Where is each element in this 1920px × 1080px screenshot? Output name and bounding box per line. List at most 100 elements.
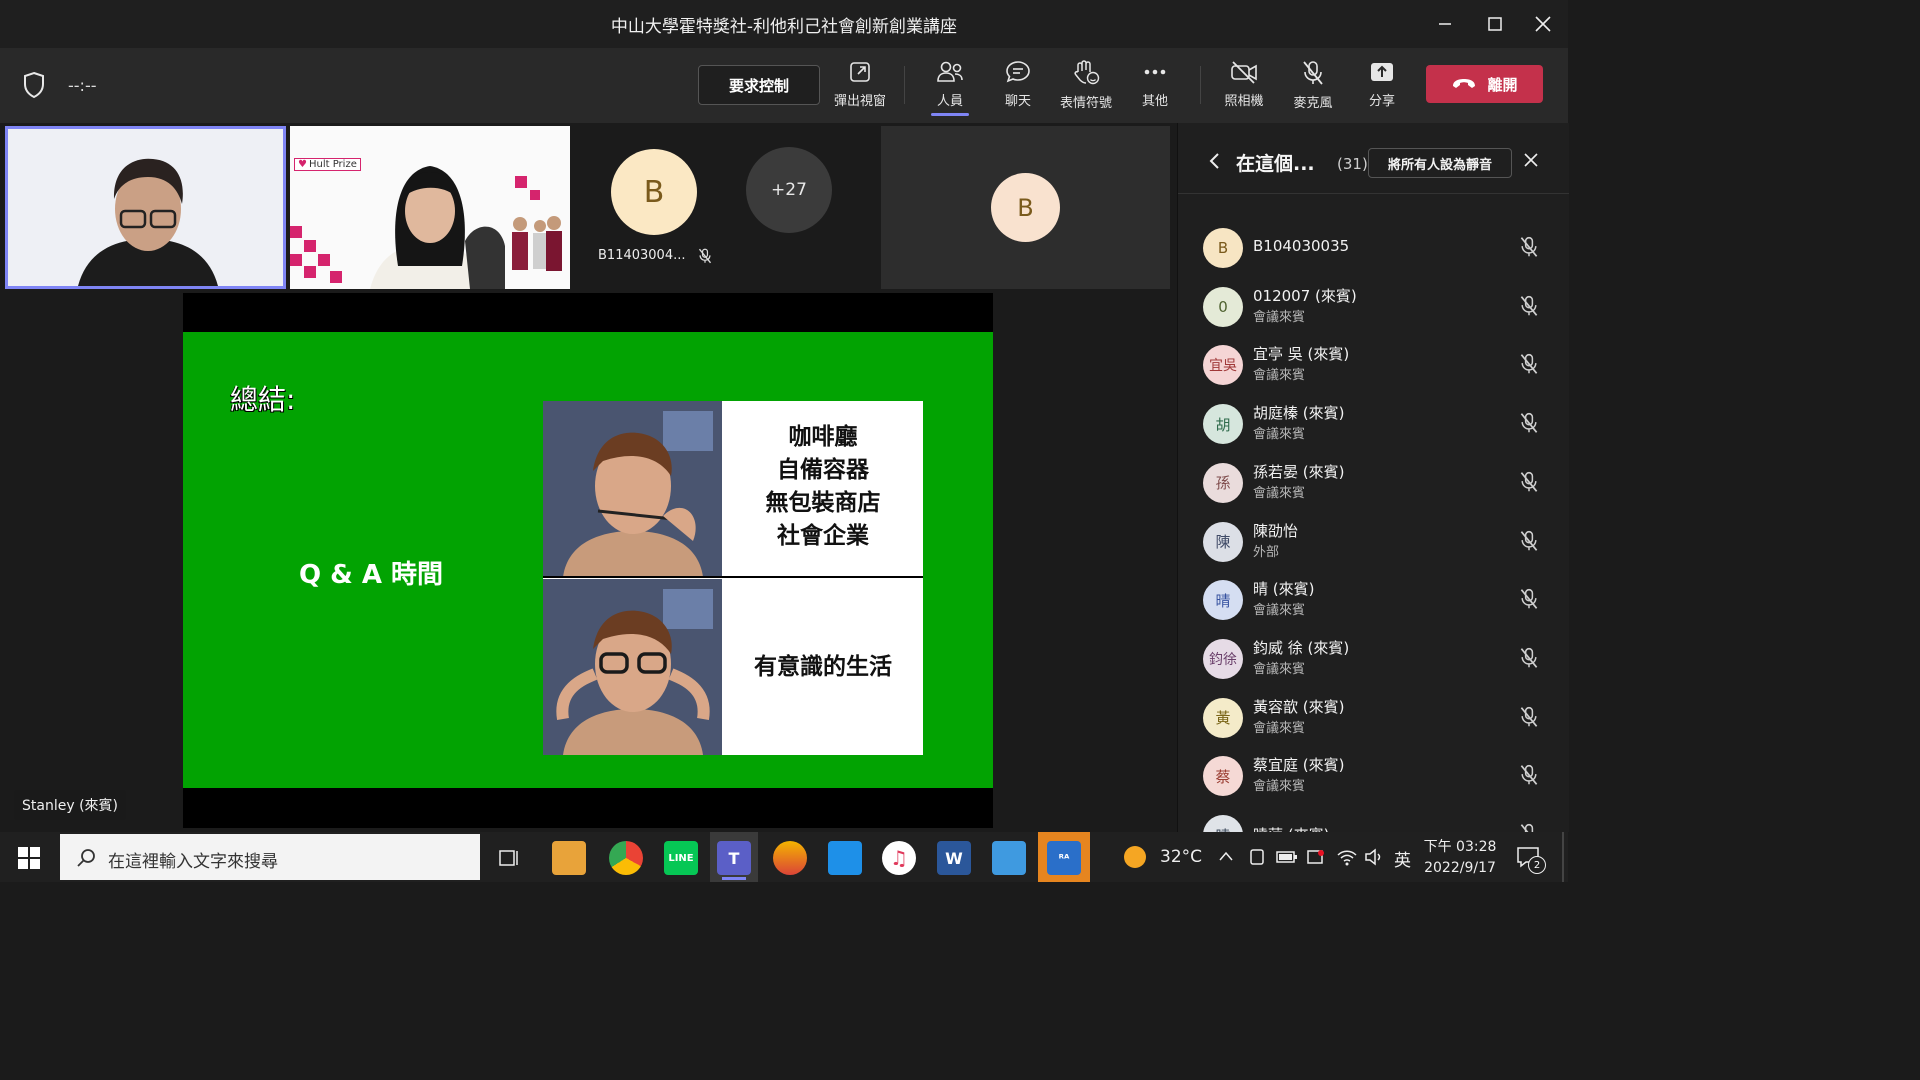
participant-name: 黃容歆 (來賓): [1253, 697, 1345, 716]
chevron-left-icon[interactable]: [1208, 152, 1220, 170]
chat-button[interactable]: 聊天: [982, 60, 1054, 116]
participant-row[interactable]: 曉曉萍 (來賓): [1178, 807, 1569, 832]
minimize-icon: [1439, 23, 1451, 25]
camera-label: 照相機: [1224, 94, 1264, 109]
people-label: 人員: [936, 94, 963, 109]
raise-hand-icon: [1074, 60, 1100, 85]
network-device-icon[interactable]: [1248, 847, 1266, 867]
people-icon: [937, 61, 963, 82]
file-explorer-icon[interactable]: [552, 841, 586, 875]
participant-row[interactable]: 鈞徐 鈞威 徐 (來賓) 會議來賓: [1178, 631, 1569, 690]
participant-name: 宜亭 吳 (來賓): [1253, 345, 1350, 364]
participant-row[interactable]: B B104030035: [1178, 220, 1569, 279]
chevron-up-icon[interactable]: [1218, 850, 1234, 862]
mic-button[interactable]: 麥克風: [1277, 60, 1349, 116]
participant-avatar: 0: [1203, 286, 1243, 327]
participant-role: 會議來賓: [1253, 485, 1306, 501]
participant-row[interactable]: 黃黃容歆 (來賓) 會議來賓: [1178, 690, 1569, 749]
mic-off-icon: [1303, 61, 1323, 85]
transfer-app-icon[interactable]: [828, 841, 862, 875]
participant-row[interactable]: 孫孫若晏 (來賓) 會議來賓: [1178, 455, 1569, 514]
participant-name: B11403004...: [598, 248, 686, 263]
shield-icon: [24, 71, 44, 99]
remote-app-icon[interactable]: ᴿᴬ: [1047, 841, 1081, 875]
share-button[interactable]: 分享: [1346, 60, 1418, 116]
camera-button[interactable]: 照相機: [1208, 60, 1280, 116]
wifi-icon[interactable]: [1336, 847, 1358, 867]
volume-icon[interactable]: [1364, 847, 1384, 867]
participant-avatar: 曉: [1203, 815, 1243, 832]
reactions-button[interactable]: 表情符號: [1050, 60, 1122, 116]
mic-off-icon: [1518, 353, 1540, 379]
participant-name: 胡庭榛 (來賓): [1253, 404, 1345, 423]
task-view-icon[interactable]: [498, 847, 520, 869]
minimize-button[interactable]: [1430, 10, 1460, 38]
close-window-button[interactable]: [1528, 10, 1558, 38]
meet-now-icon[interactable]: [1306, 847, 1326, 867]
clock[interactable]: 下午 03:28 2022/9/17: [1420, 836, 1500, 876]
participant-tile-avatar[interactable]: B: [881, 126, 1170, 289]
video-tile-speaker[interactable]: [5, 126, 286, 289]
more-dots-icon: [1144, 69, 1166, 75]
active-tab-indicator: [931, 113, 969, 116]
participant-role: 會議來賓: [1253, 368, 1306, 384]
title-bar: 中山大學霍特獎社-利他利己社會創新創業講座: [0, 0, 1568, 48]
close-icon: [1535, 16, 1551, 32]
mic-off-icon: [1518, 706, 1540, 732]
avatar: B: [611, 149, 697, 235]
popout-button[interactable]: 彈出視窗: [824, 60, 896, 116]
reactions-label: 表情符號: [1059, 96, 1112, 111]
participant-row[interactable]: 胡胡庭榛 (來賓) 會議來賓: [1178, 396, 1569, 455]
video-tile-participant[interactable]: ♥ Hult Prize: [290, 126, 570, 289]
panel-divider: [1178, 193, 1569, 194]
line-app-icon[interactable]: LINE: [664, 841, 698, 875]
slide-heading: 總結:: [230, 383, 296, 416]
toolbar-divider: [1200, 66, 1201, 104]
popout-icon: [850, 62, 870, 82]
participant-role: 會議來賓: [1253, 427, 1306, 443]
meme-photo-bottom: [543, 579, 722, 755]
leave-button[interactable]: 離開: [1426, 65, 1543, 103]
clock-date: 2022/9/17: [1424, 860, 1496, 876]
more-label: 其他: [1141, 94, 1168, 109]
maximize-button[interactable]: [1480, 10, 1510, 38]
participant-avatar: 鈞徐: [1203, 638, 1243, 679]
taskbar-search-box[interactable]: 在這裡輸入文字來搜尋: [60, 834, 480, 880]
close-panel-icon[interactable]: [1523, 152, 1539, 168]
participant-avatar: 蔡: [1203, 756, 1243, 797]
request-control-button[interactable]: 要求控制: [698, 65, 820, 105]
mic-off-icon: [1518, 412, 1540, 438]
participant-row[interactable]: 陳陳劭怡 外部: [1178, 514, 1569, 573]
participant-tile-avatar[interactable]: B B11403004...: [590, 126, 720, 289]
battery-icon[interactable]: [1276, 849, 1298, 865]
participant-row[interactable]: 蔡蔡宜庭 (來賓) 會議來賓: [1178, 748, 1569, 807]
app-icon[interactable]: [773, 841, 807, 875]
weather-sun-icon[interactable]: [1124, 846, 1146, 868]
show-desktop-button[interactable]: [1562, 832, 1564, 882]
teams-icon[interactable]: T: [717, 841, 751, 875]
active-app-indicator: [722, 877, 746, 880]
chrome-icon[interactable]: [609, 841, 643, 875]
itunes-icon[interactable]: ♫: [882, 841, 916, 875]
windows-start-icon[interactable]: [18, 847, 40, 869]
share-label: 分享: [1368, 94, 1395, 109]
participant-avatar: 胡: [1203, 404, 1243, 445]
overflow-participants-button[interactable]: +27: [746, 147, 832, 233]
people-button[interactable]: 人員: [914, 60, 986, 116]
participant-row[interactable]: 晴晴 (來賓) 會議來賓: [1178, 572, 1569, 631]
photos-icon[interactable]: [992, 841, 1026, 875]
participant-count: (31): [1337, 155, 1368, 173]
ime-indicator[interactable]: 英: [1394, 846, 1411, 871]
participant-name: 曉萍 (來賓): [1253, 824, 1329, 832]
more-button[interactable]: 其他: [1119, 60, 1191, 116]
participant-row[interactable]: 宜吳 宜亭 吳 (來賓) 會議來賓: [1178, 337, 1569, 396]
participant-role: 外部: [1253, 544, 1280, 560]
participants-panel: 在這個... (31) 將所有人設為靜音 B B104030035 0 012007 …: [1177, 123, 1569, 832]
word-icon[interactable]: W: [937, 841, 971, 875]
mic-off-icon: [1518, 647, 1540, 673]
mute-all-button[interactable]: 將所有人設為靜音: [1368, 148, 1512, 178]
mic-off-icon: [1518, 530, 1540, 556]
participant-row[interactable]: 0 012007 (來賓) 會議來賓: [1178, 279, 1569, 338]
weather-temp[interactable]: 32°C: [1160, 847, 1202, 867]
participant-role: 會議來賓: [1253, 661, 1306, 677]
